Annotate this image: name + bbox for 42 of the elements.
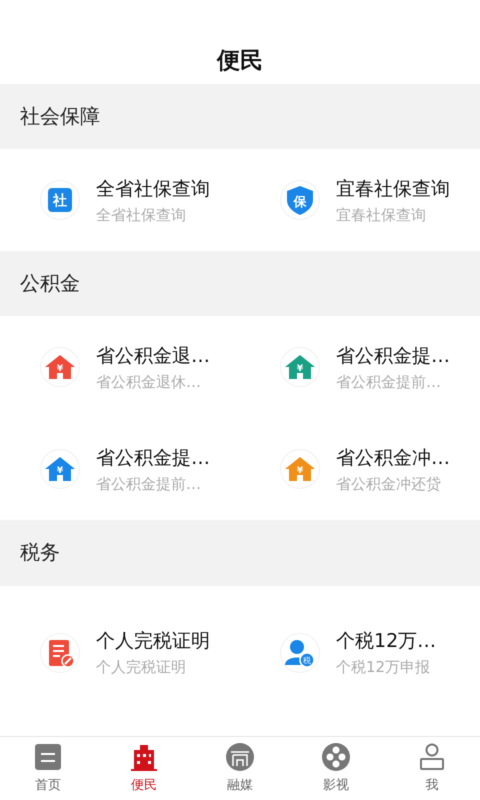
tab-label: 我 bbox=[426, 777, 438, 794]
service-title[interactable]: 省公积金提… bbox=[96, 444, 210, 471]
service-subtitle: 省公积金退休… bbox=[96, 372, 202, 392]
service-subtitle: 宜春社保查询 bbox=[336, 206, 427, 224]
service-subtitle: 个税12万申报 bbox=[336, 658, 432, 678]
tab[interactable]: 首页 bbox=[0, 736, 96, 800]
house-icon: ¥ bbox=[280, 347, 320, 388]
shield-icon: 保 bbox=[280, 180, 320, 220]
tab[interactable]: 影视 bbox=[288, 736, 384, 800]
service-title[interactable]: 省公积金冲… bbox=[336, 444, 450, 471]
tab[interactable]: 便民 bbox=[96, 736, 192, 800]
tab[interactable]: 融媒 bbox=[192, 736, 288, 800]
service-subtitle: 省公积金提前… bbox=[336, 372, 442, 392]
badge-icon: 社 bbox=[40, 180, 80, 220]
person-icon: 税 bbox=[280, 632, 320, 673]
service-title[interactable]: 个税12万… bbox=[336, 628, 436, 654]
page-title: 便民 bbox=[217, 46, 263, 76]
gate-icon bbox=[225, 742, 255, 772]
service-subtitle: 省公积金冲还贷 bbox=[336, 474, 442, 494]
service-subtitle: 个人完税证明 bbox=[96, 658, 187, 678]
tab[interactable]: 我 bbox=[384, 736, 480, 800]
tab-label: 首页 bbox=[35, 777, 61, 794]
building-icon bbox=[129, 742, 159, 772]
service-title[interactable]: 省公积金退… bbox=[96, 342, 210, 369]
film-icon bbox=[321, 742, 351, 772]
service-title[interactable]: 全省社保查询 bbox=[96, 176, 210, 202]
section-title: 公积金 bbox=[20, 270, 80, 298]
section-title: 社会保障 bbox=[20, 102, 100, 130]
tab-label: 便民 bbox=[131, 777, 157, 794]
service-title[interactable]: 省公积金提… bbox=[336, 342, 450, 369]
service-subtitle: 全省社保查询 bbox=[96, 206, 187, 224]
tab-label: 影视 bbox=[323, 777, 349, 794]
service-title[interactable]: 宜春社保查询 bbox=[336, 176, 450, 202]
tab-label: 融媒 bbox=[227, 777, 253, 794]
house-icon: ¥ bbox=[40, 449, 80, 490]
news-icon bbox=[33, 742, 63, 772]
house-icon: ¥ bbox=[280, 449, 320, 490]
section-title: 税务 bbox=[20, 539, 60, 566]
house-icon: ¥ bbox=[40, 347, 80, 388]
person-icon bbox=[417, 742, 447, 772]
service-title[interactable]: 个人完税证明 bbox=[96, 628, 210, 654]
service-subtitle: 省公积金提前… bbox=[96, 474, 202, 494]
